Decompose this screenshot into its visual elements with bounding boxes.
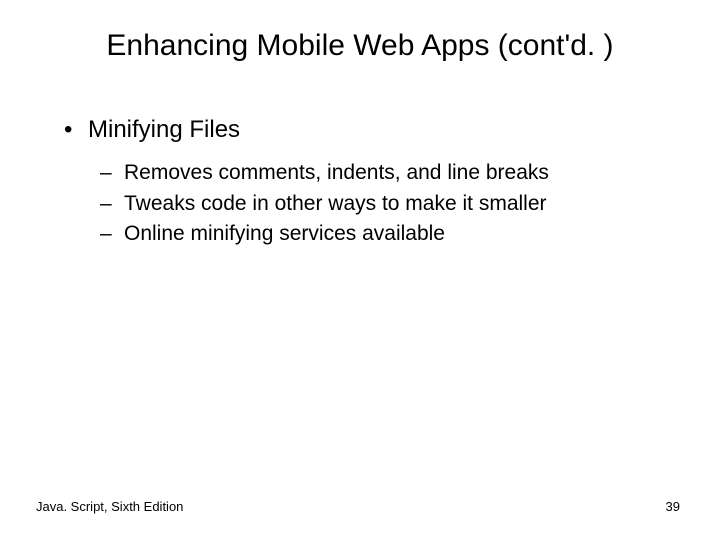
- footer-text: Java. Script, Sixth Edition: [36, 499, 183, 514]
- bullet-level-2: – Removes comments, indents, and line br…: [60, 159, 670, 248]
- page-number: 39: [666, 499, 680, 514]
- bullet-dot-icon: •: [60, 114, 88, 145]
- list-item: • Minifying Files: [60, 114, 670, 145]
- list-item: – Online minifying services available: [100, 220, 670, 248]
- bullet-text: Minifying Files: [88, 114, 240, 145]
- dash-icon: –: [100, 220, 124, 248]
- dash-icon: –: [100, 159, 124, 187]
- dash-icon: –: [100, 190, 124, 218]
- slide-content: • Minifying Files – Removes comments, in…: [50, 114, 670, 248]
- list-item: – Removes comments, indents, and line br…: [100, 159, 670, 187]
- slide: Enhancing Mobile Web Apps (cont'd. ) • M…: [0, 0, 720, 540]
- bullet-text: Tweaks code in other ways to make it sma…: [124, 190, 547, 218]
- list-item: – Tweaks code in other ways to make it s…: [100, 190, 670, 218]
- slide-title: Enhancing Mobile Web Apps (cont'd. ): [50, 28, 670, 64]
- bullet-level-1: • Minifying Files: [60, 114, 670, 145]
- bullet-text: Removes comments, indents, and line brea…: [124, 159, 549, 187]
- bullet-text: Online minifying services available: [124, 220, 445, 248]
